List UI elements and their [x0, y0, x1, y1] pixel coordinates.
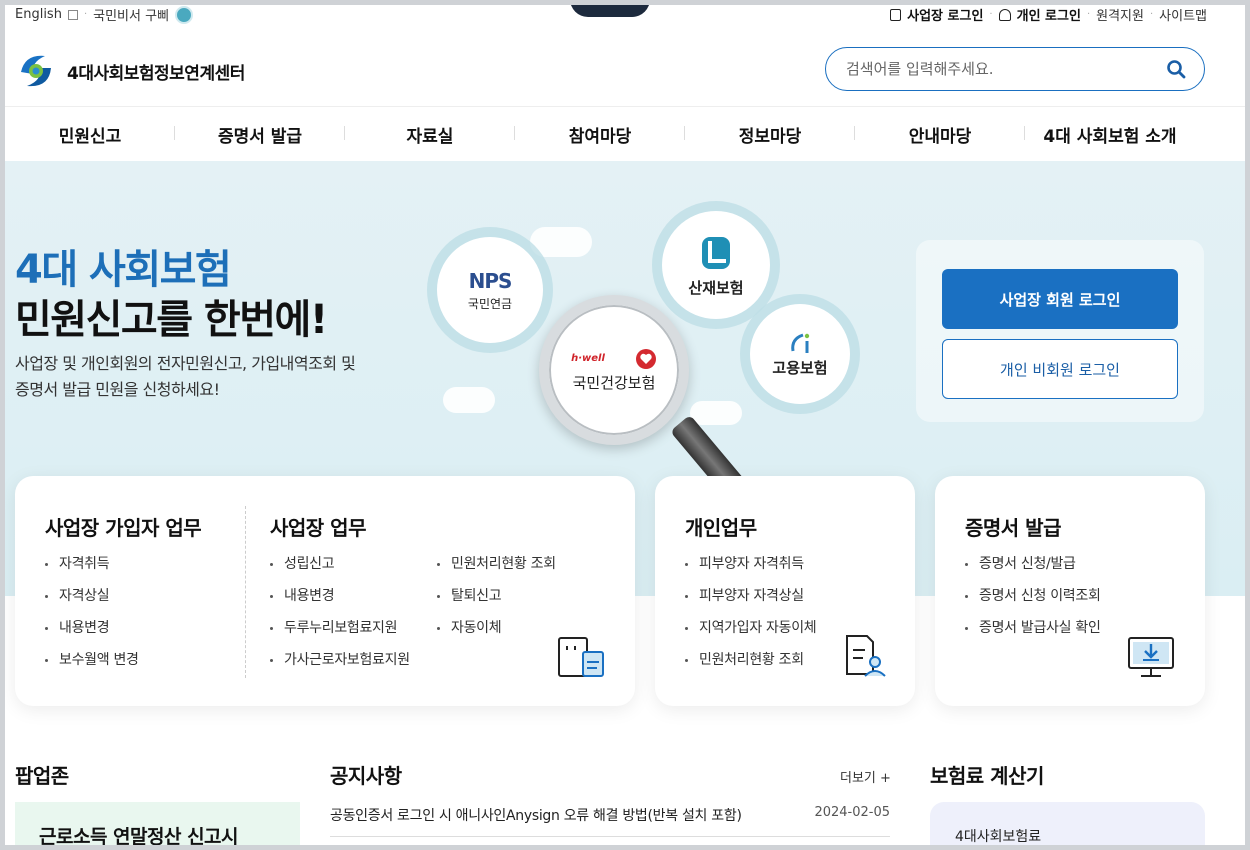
list-item[interactable]: 민원처리현황 조회 [685, 644, 816, 676]
personal-guest-login-button[interactable]: 개인 비회원 로그인 [942, 339, 1178, 399]
login-panel: 사업장 회원 로그인 개인 비회원 로그인 [916, 240, 1204, 422]
business-list-col1: 성립신고 내용변경 두루누리보험료지원 가사근로자보험료지원 [270, 548, 410, 676]
search-box [825, 47, 1205, 91]
certificate-card: 증명서 발급 증명서 신청/발급 증명서 신청 이력조회 증명서 발급사실 확인 [935, 476, 1205, 706]
subscriber-card-title: 사업장 가입자 업무 [45, 516, 202, 540]
notice-item-title: 공동인증서 로그인 시 애니사인Anysign 오류 해결 방법(반복 설치 포… [330, 808, 742, 824]
personal-login-link[interactable]: 개인 로그인 [1017, 5, 1081, 24]
biz-login-link[interactable]: 사업장 로그인 [907, 5, 983, 24]
chatbot-icon[interactable] [175, 5, 194, 24]
ei-bubble: 고용보험 [750, 304, 850, 404]
nav-about[interactable]: 4대 사회보험 소개 [1025, 122, 1195, 147]
notice-title: 공지사항 [330, 764, 402, 788]
user-icon [998, 8, 1011, 21]
nhis-label: 국민건강보험 [572, 373, 656, 392]
list-item[interactable]: 지역가입자 자동이체 [685, 612, 817, 644]
cloud-decoration [530, 227, 592, 257]
nhis-brand: h·well [571, 353, 605, 364]
hero-description: 사업장 및 개인회원의 전자민원신고, 가입내역조회 및 증명서 발급 민원을 … [15, 354, 356, 399]
external-link-icon [67, 9, 78, 20]
calculator-panel[interactable]: 4대사회보험료 [930, 802, 1205, 845]
notice-more-link[interactable]: 더보기 + [840, 767, 891, 786]
kcomwel-bubble: 산재보험 [662, 211, 770, 319]
list-item[interactable]: 자격상실 [45, 580, 139, 612]
popup-zone-title: 팝업존 [15, 764, 69, 788]
calculator-item: 4대사회보험료 [955, 829, 1042, 845]
nhis-magnifier: h·well 국민건강보험 [539, 295, 689, 445]
monitor-download-icon [1128, 637, 1174, 677]
list-item[interactable]: 피부양자 자격취득 [685, 548, 816, 580]
search-icon[interactable] [1166, 59, 1186, 79]
nav-guide[interactable]: 안내마당 [855, 122, 1025, 147]
cloud-decoration [443, 387, 495, 413]
building-document-icon [558, 637, 604, 677]
nav-archive[interactable]: 자료실 [345, 122, 515, 147]
cloud-decoration [690, 401, 742, 425]
list-item[interactable]: 탈퇴신고 [437, 580, 556, 612]
list-item[interactable]: 두루누리보험료지원 [270, 612, 410, 644]
list-item[interactable]: 증명서 발급사실 확인 [965, 612, 1101, 644]
list-item[interactable]: 민원처리현황 조회 [437, 548, 556, 580]
logo-text: 4대사회보험정보연계센터 [67, 63, 245, 84]
ei-logo-icon [791, 333, 810, 353]
calculator-title: 보험료 계산기 [930, 764, 1044, 788]
utility-bar: English · 국민비서 구삐 사업장 로그인 · 개인 로그인 · 원격지… [5, 5, 1245, 27]
document-user-icon [846, 635, 886, 677]
nps-label: 국민연금 [467, 296, 513, 311]
nav-participation[interactable]: 참여마당 [515, 122, 685, 147]
nps-bubble: NPS 국민연금 [437, 237, 543, 343]
popup-text: 근로소득 연말정산 신고시 [39, 826, 239, 848]
certificate-list: 증명서 신청/발급 증명서 신청 이력조회 증명서 발급사실 확인 [965, 548, 1101, 644]
list-item[interactable]: 자격취득 [45, 548, 139, 580]
list-item[interactable]: 내용변경 [45, 612, 139, 644]
divider [245, 506, 246, 678]
business-card-title: 사업장 업무 [270, 516, 366, 540]
list-item[interactable]: 자동이체 [437, 612, 556, 644]
biz-member-login-button[interactable]: 사업장 회원 로그인 [942, 269, 1178, 329]
list-item[interactable]: 가사근로자보험료지원 [270, 644, 410, 676]
list-item[interactable]: 증명서 신청/발급 [965, 548, 1101, 580]
nav-civil-report[interactable]: 민원신고 [5, 122, 175, 147]
page-frame: English · 국민비서 구삐 사업장 로그인 · 개인 로그인 · 원격지… [0, 0, 1250, 850]
hero-subtitle: 민원신고를 한번에! [15, 297, 328, 343]
list-item[interactable]: 증명서 신청 이력조회 [965, 580, 1101, 612]
list-item[interactable]: 성립신고 [270, 548, 410, 580]
kcomwel-logo-icon [702, 236, 730, 269]
notice-row[interactable]: 공동인증서 로그인 시 애니사인Anysign 오류 해결 방법(반복 설치 포… [330, 802, 890, 837]
search-input[interactable] [846, 58, 1156, 80]
secretary-link[interactable]: 국민비서 구삐 [93, 5, 169, 24]
business-services-card: 사업장 가입자 업무 자격취득 자격상실 내용변경 보수월액 변경 사업장 업무… [15, 476, 635, 706]
personal-card-title: 개인업무 [685, 516, 757, 540]
notice-item-date: 2024-02-05 [814, 805, 890, 820]
logo-icon [21, 55, 51, 87]
personal-list: 피부양자 자격취득 피부양자 자격상실 지역가입자 자동이체 민원처리현황 조회 [685, 548, 817, 676]
nps-logo: NPS [468, 268, 513, 293]
nav-information[interactable]: 정보마당 [685, 122, 855, 147]
nav-certificate[interactable]: 증명서 발급 [175, 122, 345, 147]
english-link[interactable]: English [15, 7, 62, 22]
business-list-col2: 민원처리현황 조회 탈퇴신고 자동이체 [437, 548, 556, 644]
popup-banner[interactable]: 근로소득 연말정산 신고시 [15, 802, 300, 848]
building-icon [890, 8, 902, 21]
list-item[interactable]: 내용변경 [270, 580, 410, 612]
list-item[interactable]: 보수월액 변경 [45, 644, 139, 676]
personal-services-card: 개인업무 피부양자 자격취득 피부양자 자격상실 지역가입자 자동이체 민원처리… [655, 476, 915, 706]
heart-icon [635, 348, 656, 369]
list-item[interactable]: 피부양자 자격상실 [685, 580, 816, 612]
remote-support-link[interactable]: 원격지원 [1096, 5, 1144, 24]
site-logo[interactable]: 4대사회보험정보연계센터 [15, 50, 245, 92]
certificate-card-title: 증명서 발급 [965, 516, 1061, 540]
sitemap-link[interactable]: 사이트맵 [1159, 5, 1207, 24]
ei-label: 고용보험 [772, 358, 828, 377]
kcomwel-label: 산재보험 [688, 278, 744, 297]
top-tab-pill[interactable] [570, 5, 650, 17]
subscriber-list: 자격취득 자격상실 내용변경 보수월액 변경 [45, 548, 139, 676]
main-navigation: 민원신고 증명서 발급 자료실 참여마당 정보마당 안내마당 4대 사회보험 소… [5, 106, 1245, 161]
